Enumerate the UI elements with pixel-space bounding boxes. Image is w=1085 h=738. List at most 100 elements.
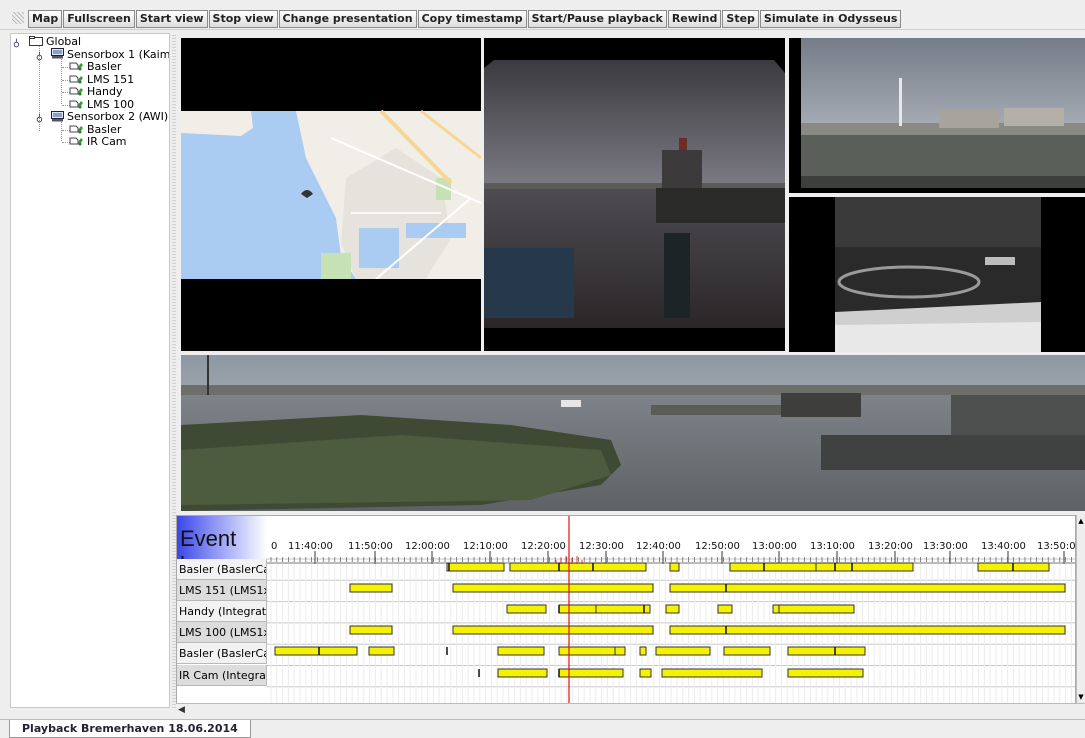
tree-node-label: Sensorbox 1 (Kaima <box>67 47 170 61</box>
event-bar <box>497 668 548 678</box>
event-bar <box>665 604 680 614</box>
expand-toggle-icon[interactable]: ⚲ <box>35 112 43 123</box>
expand-toggle-icon[interactable]: ⚲ <box>12 37 20 48</box>
sensor-icon <box>69 87 83 96</box>
event-bar <box>763 562 817 572</box>
event-bar <box>669 562 680 572</box>
document-tab-strip: Playback Bremerhaven 18.06.2014 <box>0 719 1085 738</box>
event-bar <box>318 646 358 656</box>
event-bar <box>725 583 1066 593</box>
event-bar <box>725 625 1066 635</box>
event-bar <box>787 646 836 656</box>
sensor-icon <box>69 62 83 71</box>
event-bar <box>834 562 853 572</box>
event-bar <box>506 604 547 614</box>
sensor-icon <box>69 137 83 146</box>
camera-panel-handy[interactable] <box>789 38 1085 193</box>
stop-view-button[interactable]: Stop view <box>208 10 278 28</box>
toolbar: Map Fullscreen Start view Stop view Change p… <box>0 0 1085 30</box>
tree-node-label: LMS 151 <box>87 72 135 86</box>
simulate-in-odysseus-button[interactable]: Simulate in Odysseus <box>759 10 902 28</box>
camera-panel-basler-2[interactable] <box>181 355 1085 511</box>
tree-node-label: Global <box>46 35 82 48</box>
tab-playback-session[interactable]: Playback Bremerhaven 18.06.2014 <box>9 720 251 738</box>
event-bar <box>592 562 647 572</box>
tree-node-label: Basler <box>87 60 122 73</box>
event-bar <box>274 646 320 656</box>
event-bar <box>815 562 836 572</box>
expand-toggle-icon[interactable]: ⚲ <box>35 50 43 61</box>
toolbar-buttons: Map Fullscreen Start view Stop view Change p… <box>28 10 902 28</box>
event-bar <box>558 604 597 614</box>
event-bar <box>717 604 733 614</box>
toolbar-grip-icon[interactable] <box>12 12 24 24</box>
event-bar <box>452 583 654 593</box>
sensorbox-icon <box>51 110 64 121</box>
tree-node-label: Sensorbox 2 (AWI) <box>67 110 169 123</box>
sensor-icon <box>69 75 83 83</box>
event-timeline[interactable] <box>177 516 1076 705</box>
sensor-icon <box>69 100 83 108</box>
start-view-button[interactable]: Start view <box>135 10 208 28</box>
event-bar <box>669 583 727 593</box>
tree-connector <box>61 121 62 141</box>
event-bar <box>558 646 616 656</box>
scroll-up-icon[interactable]: ▲ <box>1077 517 1085 525</box>
folder-icon <box>29 36 43 46</box>
sensor-icon <box>69 125 83 133</box>
event-bar <box>558 562 594 572</box>
camera-panel-basler-1[interactable] <box>484 38 785 351</box>
event-bar <box>778 604 855 614</box>
event-log-horizontal-scrollbar[interactable]: ◀ <box>176 703 1085 716</box>
event-bar <box>787 668 864 678</box>
map-view <box>181 38 481 351</box>
map-button[interactable]: Map <box>28 10 63 28</box>
sensor-tree: ⚲ Global ⚲ Sensorbox 1 (Kaima Basler LMS 151 H… <box>10 33 170 708</box>
event-bar <box>1012 562 1050 572</box>
event-bar <box>834 646 866 656</box>
tree-node-sensor[interactable]: IR Cam <box>69 135 127 149</box>
event-bar <box>639 646 647 656</box>
event-bar <box>772 604 780 614</box>
tree-connector <box>61 58 62 104</box>
event-log-vertical-scrollbar[interactable]: ▲ ▼ <box>1076 515 1085 705</box>
scroll-left-icon[interactable]: ◀ <box>178 705 185 715</box>
event-bar <box>595 604 645 614</box>
fullscreen-button[interactable]: Fullscreen <box>63 10 135 28</box>
camera-image <box>789 197 1085 352</box>
rewind-button[interactable]: Rewind <box>667 10 722 28</box>
event-bar <box>655 646 711 656</box>
event-bar <box>723 646 771 656</box>
event-bar <box>661 668 763 678</box>
camera-image <box>484 38 785 351</box>
tree-node-label: Handy <box>87 85 123 98</box>
event-bar <box>368 646 395 656</box>
camera-panel-ir-cam[interactable] <box>789 197 1085 352</box>
event-bar <box>614 646 626 656</box>
scroll-down-icon[interactable]: ▼ <box>1077 693 1085 701</box>
event-bar <box>669 625 727 635</box>
start-pause-playback-button[interactable]: Start/Pause playback <box>527 10 667 28</box>
event-bar <box>349 625 393 635</box>
event-bar <box>349 583 393 593</box>
event-bar <box>452 625 654 635</box>
change-presentation-button[interactable]: Change presentation <box>278 10 417 28</box>
camera-image <box>789 38 1085 193</box>
event-bar <box>509 562 560 572</box>
tree-node-label: Basler <box>87 122 122 136</box>
event-bar <box>977 562 1014 572</box>
event-bar <box>639 668 652 678</box>
event-bar <box>851 562 914 572</box>
sensorbox-icon <box>51 48 64 59</box>
tree-node-label: LMS 100 <box>87 97 135 111</box>
event-bar <box>497 646 545 656</box>
copy-timestamp-button[interactable]: Copy timestamp <box>417 10 527 28</box>
tree-node-label: IR Cam <box>87 135 127 148</box>
camera-image <box>181 355 1085 511</box>
event-log-panel: Event log 011:40:0011:50:0012:00:0012:10… <box>176 515 1076 705</box>
event-bar <box>446 562 505 572</box>
event-bar <box>643 604 651 614</box>
event-bar <box>729 562 765 572</box>
map-panel[interactable] <box>181 38 481 351</box>
step-button[interactable]: Step <box>722 10 759 28</box>
